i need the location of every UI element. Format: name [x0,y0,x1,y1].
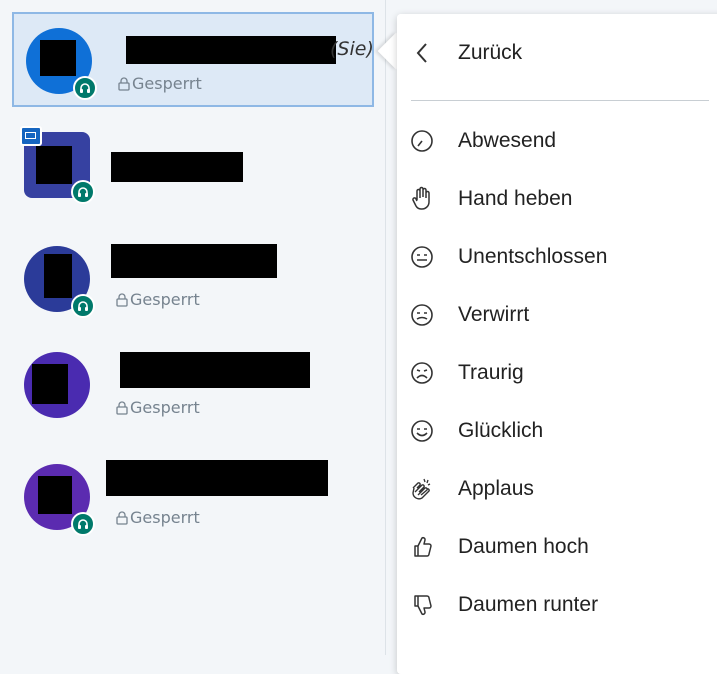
headset-icon [71,294,95,318]
headset-icon [71,180,95,204]
user-item[interactable] [12,118,374,213]
happy-face-icon [409,418,435,444]
user-name-redacted [111,244,277,278]
hand-icon [409,186,435,212]
menu-item-thumbs-up[interactable]: Daumen hoch [397,526,717,570]
avatar [24,352,90,418]
user-name-redacted [106,460,328,496]
user-name-redacted [111,152,243,182]
user-status: Gesperrt [116,290,200,309]
sad-face-icon [409,360,435,386]
avatar [24,464,95,536]
headset-icon [71,512,95,536]
user-item[interactable]: Gesperrt [12,332,374,427]
status-menu: Zurück Abwesend Hand heben Unentschlosse… [397,14,717,674]
headset-icon [73,76,97,100]
user-status: Gesperrt [118,74,202,93]
thumbs-down-icon [409,592,435,618]
menu-item-happy[interactable]: Glücklich [397,410,717,454]
user-name-redacted [120,352,310,388]
user-status: Gesperrt [116,398,200,417]
user-status: Gesperrt [116,508,200,527]
user-item[interactable]: Gesperrt [12,226,374,321]
avatar [26,28,97,100]
menu-item-undecided[interactable]: Unentschlossen [397,236,717,280]
avatar [24,246,95,318]
menu-item-thumbs-down[interactable]: Daumen runter [397,584,717,628]
menu-item-away[interactable]: Abwesend [397,120,717,164]
presenter-icon [20,126,42,146]
applause-icon [409,476,435,502]
menu-divider [411,100,709,101]
user-item-self[interactable]: (Sie) Gesperrt [12,12,374,107]
lock-icon [116,292,128,307]
lock-icon [118,76,130,91]
menu-item-raise-hand[interactable]: Hand heben [397,178,717,222]
user-name-redacted [126,36,336,64]
lock-icon [116,400,128,415]
thumbs-up-icon [409,534,435,560]
user-list: (Sie) Gesperrt Gesperrt Gesperrt Gesperr… [0,0,386,655]
avatar [20,126,95,204]
back-button[interactable]: Zurück [397,32,717,76]
menu-item-sad[interactable]: Traurig [397,352,717,396]
confused-face-icon [409,302,435,328]
lock-icon [116,510,128,525]
menu-item-applause[interactable]: Applaus [397,468,717,512]
neutral-face-icon [409,244,435,270]
menu-item-confused[interactable]: Verwirrt [397,294,717,338]
chevron-left-icon [409,40,435,66]
clock-icon [409,128,435,154]
user-item[interactable]: Gesperrt [12,444,374,539]
you-label: (Sie) [330,38,374,60]
